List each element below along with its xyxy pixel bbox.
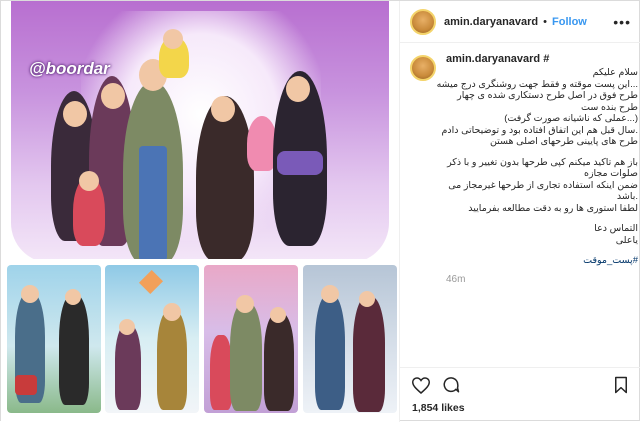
caption-line: .سال قبل هم این اتفاق افتاده بود و توضیح… bbox=[441, 124, 638, 136]
caption-line: (...عملی که ناشیانه صورت گرفت) bbox=[504, 113, 638, 124]
separator-dot: • bbox=[543, 15, 548, 28]
caption-area: amin.daryanavard # سلام علیکم ...این پست… bbox=[400, 43, 640, 365]
figure-head bbox=[119, 319, 135, 335]
thumbnail-original-3 bbox=[204, 265, 298, 413]
figure-head bbox=[21, 285, 39, 303]
figure-woman bbox=[59, 295, 89, 405]
figure-man bbox=[157, 310, 187, 410]
post-image[interactable]: @boordar bbox=[1, 1, 399, 422]
thumbnail-original-4 bbox=[303, 265, 397, 413]
post-actions: 1,854 likes bbox=[400, 367, 640, 422]
figure-head bbox=[65, 289, 81, 305]
figure-head bbox=[79, 171, 99, 191]
figure-head bbox=[163, 29, 183, 49]
avatar[interactable] bbox=[410, 8, 436, 35]
caption-line: التماس دعا bbox=[594, 223, 638, 234]
figure-man bbox=[230, 303, 262, 411]
caption-line: ضمن اینکه استفاده تجاری از طرحها غیرمجاز… bbox=[448, 179, 638, 191]
figure-girl bbox=[210, 335, 232, 410]
caption-username[interactable]: amin.daryanavard # bbox=[446, 53, 638, 65]
figure-woman bbox=[353, 297, 385, 412]
figure-woman bbox=[115, 325, 141, 410]
post-header: amin.daryanavard • Follow ••• bbox=[400, 1, 640, 43]
main-illustration: @boordar bbox=[11, 1, 389, 263]
thumbnail-original-1 bbox=[7, 265, 101, 413]
figure-head bbox=[63, 101, 87, 127]
caption-comment: amin.daryanavard # سلام علیکم ...این پست… bbox=[410, 53, 638, 285]
figure-head bbox=[101, 83, 125, 109]
figure-head bbox=[321, 285, 339, 303]
figure-hands bbox=[277, 151, 323, 175]
caption-line: طرح فوق در اصل طرح دستکاری شده ی چهار bbox=[457, 90, 638, 101]
caption-line: طرح های پایینی طرحهای اصلی هستن bbox=[489, 136, 638, 147]
more-options-icon[interactable]: ••• bbox=[613, 14, 631, 30]
figure-head bbox=[270, 307, 286, 323]
figure-head bbox=[359, 291, 375, 307]
likes-count[interactable]: 1,854 likes bbox=[412, 402, 630, 414]
caption-body: amin.daryanavard # سلام علیکم ...این پست… bbox=[436, 53, 638, 285]
thumbnail-original-2 bbox=[105, 265, 199, 413]
caption-line: ...این پست موقته و فقط جهت روشنگری درج م… bbox=[436, 78, 638, 90]
action-icons bbox=[412, 376, 630, 394]
caption-line: باز هم تاکید میکنم کپی طرحها بدون تغییر … bbox=[447, 156, 638, 168]
post-sidebar: amin.daryanavard • Follow ••• amin.darya… bbox=[399, 1, 640, 422]
caption-line: یاعلی bbox=[615, 234, 638, 246]
instagram-post: @boordar amin.daryanavard • Follow ••• a… bbox=[0, 0, 640, 422]
caption-line: صلوات مجازه bbox=[583, 168, 638, 179]
figure-man-shirt bbox=[139, 146, 167, 261]
bookmark-icon[interactable] bbox=[612, 376, 630, 394]
figure-head bbox=[236, 295, 254, 313]
username-link[interactable]: amin.daryanavard bbox=[444, 16, 538, 28]
post-time: 46m bbox=[446, 274, 466, 285]
figure-head bbox=[286, 76, 310, 102]
figure-head bbox=[211, 96, 235, 122]
comment-icon[interactable] bbox=[442, 376, 460, 394]
caption-line: لطفا استوری ها رو به دقت مطالعه بفرمایید bbox=[468, 202, 638, 214]
figure-head bbox=[163, 303, 181, 321]
caption-line: طرح بنده ست bbox=[581, 101, 638, 113]
figure-woman bbox=[264, 313, 294, 411]
caption-line: سلام علیکم bbox=[592, 67, 638, 78]
watermark-text: @boordar bbox=[29, 59, 110, 78]
avatar[interactable] bbox=[410, 55, 436, 81]
red-box bbox=[15, 375, 37, 395]
hashtag-link[interactable]: #پست_موقت bbox=[446, 255, 638, 266]
caption-line: .باشد bbox=[616, 191, 638, 202]
follow-button[interactable]: Follow bbox=[552, 16, 587, 28]
figure-man bbox=[315, 295, 345, 410]
heart-icon[interactable] bbox=[412, 376, 430, 394]
kite bbox=[138, 269, 164, 295]
